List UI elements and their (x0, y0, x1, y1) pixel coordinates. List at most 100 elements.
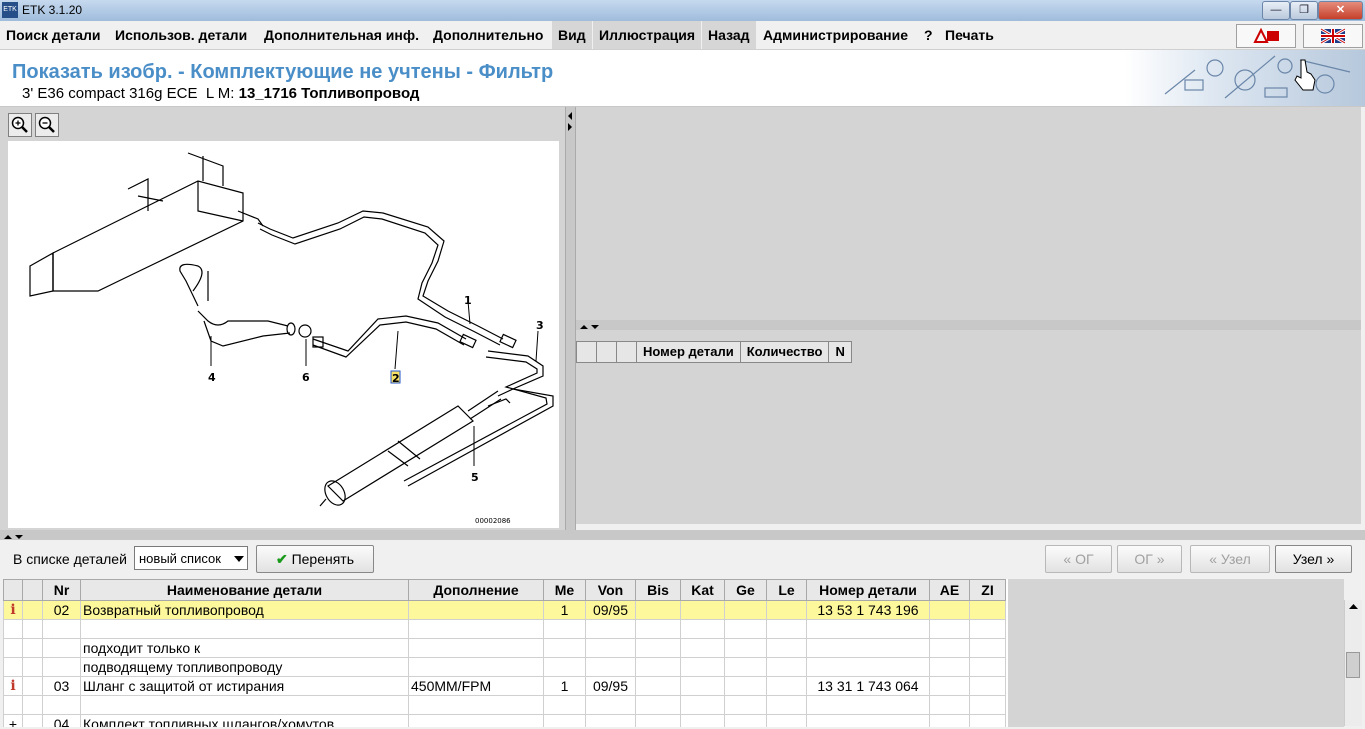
cell-part-number (806, 638, 930, 658)
minimize-button[interactable]: — (1262, 1, 1290, 20)
header-decoration (1125, 50, 1365, 106)
cell-me (543, 714, 586, 727)
right-table-col-part-number[interactable]: Номер детали (636, 341, 741, 363)
prev-node-label: Узел (1220, 551, 1251, 567)
col-me[interactable]: Me (543, 579, 586, 601)
cell-ae (929, 657, 970, 677)
prev-og-button[interactable]: « ОГ (1045, 545, 1112, 573)
col-le[interactable]: Le (766, 579, 807, 601)
callout-2-highlighted[interactable]: 2 (392, 372, 400, 385)
right-horizontal-splitter[interactable] (576, 320, 1361, 330)
menu-item-extras[interactable]: Дополнительно (427, 21, 549, 49)
zoom-out-icon (38, 116, 55, 133)
col-nr[interactable]: Nr (42, 579, 81, 601)
warning-flag-button[interactable] (1236, 24, 1296, 48)
menu-item-administration[interactable]: Администрирование (757, 21, 914, 49)
table-row[interactable]: подходит только к (3, 638, 1006, 658)
parts-illustration[interactable]: 1 2 3 4 5 6 00002086 (8, 141, 559, 528)
callout-6[interactable]: 6 (302, 371, 310, 384)
col-kat[interactable]: Kat (680, 579, 725, 601)
expand-icon[interactable]: + (3, 714, 23, 727)
col-zi[interactable]: ZI (969, 579, 1006, 601)
menu-item-print[interactable]: Печать (939, 21, 1000, 49)
table-row[interactable]: i 03 Шланг с защитой от истирания 450MM/… (3, 676, 1006, 696)
cell-bis (635, 695, 681, 715)
maximize-button[interactable]: ❐ (1290, 1, 1318, 20)
cell-part-number: 13 53 1 743 196 (806, 600, 930, 620)
parts-table: Nr Наименование детали Дополнение Me Von… (3, 579, 1008, 727)
menu-item-part-usage[interactable]: Использов. детали (109, 21, 253, 49)
right-table-header: Номер детали Количество N (576, 341, 852, 363)
col-part-number[interactable]: Номер детали (806, 579, 930, 601)
cell-addition (408, 695, 544, 715)
cell-ae (929, 695, 970, 715)
info-icon[interactable]: i (3, 676, 23, 696)
next-node-button[interactable]: Узел » (1275, 545, 1352, 573)
table-row[interactable]: i 02 Возвратный топливопровод 1 09/95 13… (3, 600, 1006, 620)
callout-3[interactable]: 3 (536, 319, 544, 332)
table-row[interactable] (3, 695, 1006, 715)
cell-kat (680, 638, 725, 658)
next-og-button[interactable]: ОГ » (1117, 545, 1182, 573)
zoom-out-button[interactable] (35, 113, 59, 137)
callout-4[interactable]: 4 (208, 371, 216, 384)
callout-1[interactable]: 1 (464, 294, 472, 307)
cell-nr (42, 695, 81, 715)
col-name[interactable]: Наименование детали (80, 579, 409, 601)
cell-nr: 03 (42, 676, 81, 696)
col-ge[interactable]: Ge (724, 579, 767, 601)
cell-von (585, 657, 636, 677)
menu-item-part-search[interactable]: Поиск детали (0, 21, 107, 49)
col-bis[interactable]: Bis (635, 579, 681, 601)
right-upper-pane (576, 107, 1361, 320)
menu-bar: Поиск детали Использов. детали Дополните… (0, 21, 1365, 50)
col-addition[interactable]: Дополнение (408, 579, 544, 601)
cell-zi (969, 695, 1006, 715)
menu-item-illustration[interactable]: Иллюстрация (593, 21, 701, 49)
main-horizontal-splitter[interactable] (0, 530, 1365, 540)
cell-le (766, 657, 807, 677)
cell-kat (680, 676, 725, 696)
cell-nr: 02 (42, 600, 81, 620)
cell-me (543, 638, 586, 658)
table-row[interactable] (3, 619, 1006, 639)
double-chevron-left-icon: « (1063, 551, 1072, 567)
take-over-button[interactable]: ✔ Перенять (256, 545, 374, 573)
group-label: 13_1716 Топливопровод (238, 85, 420, 102)
cell-name: Комплект топливных шлангов/хомутов (80, 714, 409, 727)
cell-me (543, 695, 586, 715)
info-icon[interactable]: i (3, 600, 23, 620)
cell-le (766, 619, 807, 639)
prev-node-button[interactable]: « Узел (1190, 545, 1270, 573)
table-row[interactable]: + 04 Комплект топливных шлангов/хомутов (3, 714, 1006, 727)
menu-item-back[interactable]: Назад (702, 21, 756, 49)
table-row[interactable]: подводящему топливопроводу (3, 657, 1006, 677)
close-button[interactable]: ✕ (1318, 1, 1363, 20)
cell-me (543, 619, 586, 639)
next-og-label: ОГ (1134, 551, 1153, 567)
scroll-up-icon[interactable] (1345, 600, 1362, 612)
cell-nr (42, 638, 81, 658)
col-von[interactable]: Von (585, 579, 636, 601)
cell-name: Шланг с защитой от истирания (80, 676, 409, 696)
right-table-col-quantity[interactable]: Количество (739, 341, 830, 363)
cell-ge (724, 657, 767, 677)
menu-item-additional-info[interactable]: Дополнительная инф. (258, 21, 425, 49)
scrollbar-thumb[interactable] (1346, 652, 1360, 678)
parts-list-select[interactable]: новый список (134, 546, 248, 570)
cell-part-number (806, 695, 930, 715)
right-table-col-n[interactable]: N (828, 341, 852, 363)
table-cell (22, 619, 43, 639)
language-flag-button[interactable] (1303, 24, 1363, 48)
vertical-splitter[interactable] (565, 107, 576, 530)
cell-le (766, 600, 807, 620)
zoom-in-button[interactable] (8, 113, 32, 137)
col-ae[interactable]: AE (929, 579, 970, 601)
menu-item-view[interactable]: Вид (552, 21, 592, 49)
callout-5[interactable]: 5 (471, 471, 479, 484)
menu-item-help[interactable]: ? (918, 21, 939, 49)
cell-le (766, 695, 807, 715)
splitter-arrows-icon (568, 112, 572, 131)
cell-le (766, 676, 807, 696)
parts-table-scrollbar[interactable] (1344, 600, 1362, 726)
